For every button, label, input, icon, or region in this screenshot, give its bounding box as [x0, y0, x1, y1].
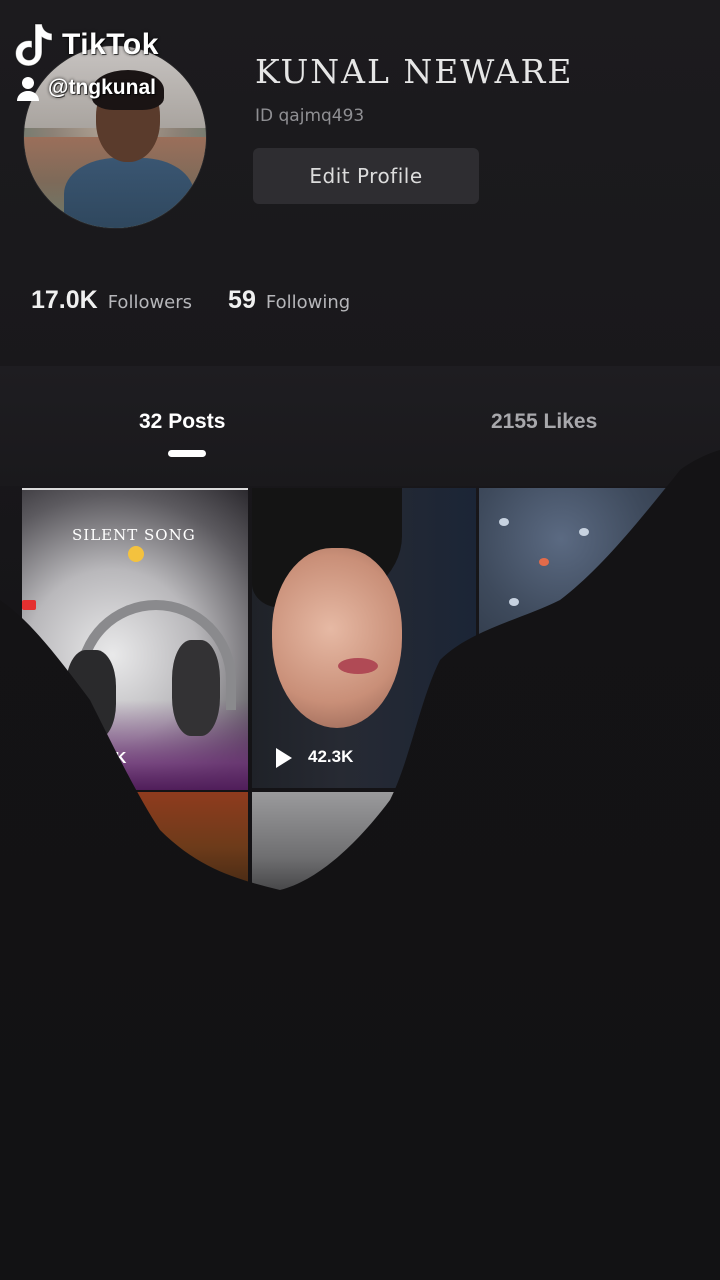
video-thumbnail[interactable]: [252, 792, 402, 902]
tab-likes[interactable]: 2155 Likes: [491, 410, 597, 434]
emoji-icon: [128, 546, 144, 562]
edit-profile-button[interactable]: Edit Profile: [253, 148, 479, 204]
youtube-icon: [22, 600, 36, 610]
video-thumbnail[interactable]: [479, 488, 684, 658]
tiktok-logo-icon: [14, 23, 53, 67]
following-label[interactable]: Following: [266, 292, 350, 313]
profile-user-id: ID qajmq493: [255, 106, 365, 126]
active-tab-indicator: [168, 450, 206, 457]
profile-display-name: KUNAL NEWARE: [255, 52, 574, 91]
profile-stats: 17.0K Followers 59 Following: [31, 286, 350, 315]
video-thumbnail[interactable]: SILENT SONG 5K: [22, 488, 248, 790]
tiktok-brand-text: TikTok: [62, 28, 159, 61]
video-thumbnail[interactable]: 42.3K: [252, 488, 476, 788]
following-count[interactable]: 59: [228, 286, 256, 315]
play-icon: [276, 748, 292, 768]
tiktok-profile-screen: TikTok @tngkunal KUNAL NEWARE ID qajmq49…: [0, 0, 720, 1280]
profile-tabs: 32 Posts 2155 Likes: [0, 366, 720, 486]
video-thumbnail[interactable]: [122, 792, 248, 902]
watermark-handle: @tngkunal: [48, 76, 156, 99]
user-icon: [17, 77, 39, 101]
followers-label[interactable]: Followers: [108, 292, 192, 313]
video-title-overlay: SILENT SONG: [72, 526, 196, 544]
tab-posts[interactable]: 32 Posts: [139, 410, 225, 434]
video-view-count: 5K: [106, 750, 127, 767]
followers-count[interactable]: 17.0K: [31, 286, 98, 315]
video-view-count: 42.3K: [308, 747, 354, 766]
tiktok-watermark: TikTok @tngkunal: [14, 20, 159, 102]
